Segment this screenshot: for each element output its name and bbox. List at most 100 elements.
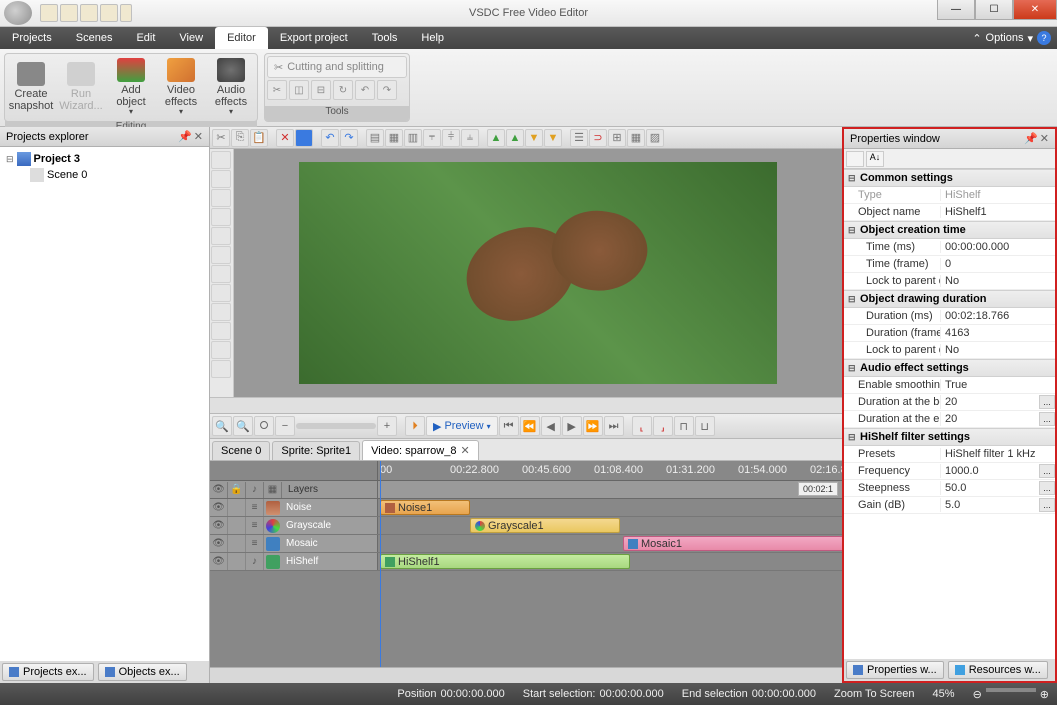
marker-in-icon[interactable]: ⸤ [632, 416, 652, 436]
tab-projects-explorer[interactable]: Projects ex... [2, 663, 94, 681]
side-tool-icon[interactable] [211, 360, 231, 378]
options-dropdown-icon[interactable]: ▾ [1027, 32, 1033, 45]
menu-help[interactable]: Help [409, 27, 456, 49]
property-row[interactable]: Duration at the en20... [844, 411, 1055, 428]
property-row[interactable]: Time (ms)00:00:00.000 [844, 239, 1055, 256]
property-row[interactable]: Lock to parent dNo [844, 273, 1055, 290]
qat-save-icon[interactable] [80, 4, 98, 22]
tree-item-project[interactable]: ⊟ Project 3 [4, 151, 205, 167]
ffwd-icon[interactable]: ⏩ [583, 416, 603, 436]
visibility-col-icon[interactable]: 👁 [210, 482, 228, 498]
property-value[interactable]: 5.0... [940, 498, 1055, 512]
preview-canvas[interactable] [234, 149, 842, 397]
property-value[interactable]: True [940, 379, 1055, 391]
tb-align-right-icon[interactable]: ▥ [404, 129, 422, 147]
property-section-header[interactable]: ⊟Object creation time [844, 221, 1055, 239]
property-value[interactable]: 20... [940, 412, 1055, 426]
side-tool-icon[interactable] [211, 246, 231, 264]
side-tool-icon[interactable] [211, 284, 231, 302]
property-value[interactable]: HiShelf filter 1 kHz [940, 448, 1055, 460]
tb-misc-icon[interactable]: ▦ [627, 129, 645, 147]
tb-arrow-down2-icon[interactable]: ▼ [544, 129, 562, 147]
tool-undo-icon[interactable]: ↶ [355, 80, 375, 100]
tab-resources[interactable]: Resources w... [948, 661, 1048, 679]
tool-cut-icon[interactable]: ✂ [267, 80, 287, 100]
property-value[interactable]: No [940, 344, 1055, 356]
marker-icon[interactable]: ⊓ [674, 416, 694, 436]
categorized-view-icon[interactable] [846, 151, 864, 167]
run-wizard-button[interactable]: Run Wizard... [57, 56, 105, 119]
menu-projects[interactable]: Projects [0, 27, 64, 49]
close-panel-icon[interactable]: ✕ [194, 130, 203, 143]
side-tool-icon[interactable] [211, 265, 231, 283]
timeline-tab-scene[interactable]: Scene 0 [212, 441, 270, 460]
play-icon[interactable]: ⏵ [405, 416, 425, 436]
cutting-splitting-button[interactable]: ✂Cutting and splitting [267, 56, 407, 78]
property-value[interactable]: 00:00:00.000 [940, 241, 1055, 253]
clip-noise[interactable]: Noise1 [380, 500, 470, 515]
clip-mosaic[interactable]: Mosaic1 [623, 536, 842, 551]
property-row[interactable]: Lock to parent dNo [844, 342, 1055, 359]
tb-magnet-icon[interactable]: ⊃ [589, 129, 607, 147]
close-panel-icon[interactable]: ✕ [1040, 132, 1049, 145]
close-button[interactable]: ✕ [1013, 0, 1057, 20]
tb-copy-icon[interactable]: ⎘ [231, 129, 249, 147]
tool-redo-icon[interactable]: ↷ [377, 80, 397, 100]
qat-open-icon[interactable] [60, 4, 78, 22]
tab-properties[interactable]: Properties w... [846, 661, 944, 679]
zoom-in-icon[interactable]: ⊕ [1040, 688, 1049, 701]
tb-undo-icon[interactable]: ↶ [321, 129, 339, 147]
tb-redo-icon[interactable]: ↷ [340, 129, 358, 147]
property-row[interactable]: Enable smoothingTrue [844, 377, 1055, 394]
visibility-toggle-icon[interactable]: 👁 [210, 517, 228, 534]
visibility-toggle-icon[interactable]: 👁 [210, 499, 228, 516]
marker2-icon[interactable]: ⊔ [695, 416, 715, 436]
ellipsis-button[interactable]: ... [1039, 464, 1055, 478]
timeline-ruler[interactable]: 00 00:22.800 00:45.600 01:08.400 01:31.2… [210, 461, 842, 481]
tb-arrow-up-icon[interactable]: ▲ [487, 129, 505, 147]
step-back-icon[interactable]: ◀ [541, 416, 561, 436]
property-value[interactable]: 50.0... [940, 481, 1055, 495]
menu-scenes[interactable]: Scenes [64, 27, 125, 49]
tb-arrow-up2-icon[interactable]: ▲ [506, 129, 524, 147]
pin-icon[interactable]: 📌 [1024, 132, 1038, 145]
tb-grid-icon[interactable]: ⊞ [608, 129, 626, 147]
property-row[interactable]: TypeHiShelf [844, 187, 1055, 204]
side-tool-icon[interactable] [211, 341, 231, 359]
video-effects-button[interactable]: Video effects▾ [157, 56, 205, 119]
preview-button[interactable]: ▶Preview▾ [426, 416, 498, 436]
property-row[interactable]: Object nameHiShelf1 [844, 204, 1055, 221]
tree-item-scene[interactable]: Scene 0 [28, 167, 205, 183]
property-row[interactable]: Gain (dB)5.0... [844, 497, 1055, 514]
menu-edit[interactable]: Edit [124, 27, 167, 49]
tb-arrow-down-icon[interactable]: ▼ [525, 129, 543, 147]
create-snapshot-button[interactable]: Create snapshot [7, 56, 55, 119]
alphabetical-view-icon[interactable]: A↓ [866, 151, 884, 167]
skip-end-icon[interactable]: ⏭ [604, 416, 624, 436]
tb-align-bot-icon[interactable]: ⫨ [461, 129, 479, 147]
property-section-header[interactable]: ⊟HiShelf filter settings [844, 428, 1055, 446]
add-object-button[interactable]: Add object▾ [107, 56, 155, 119]
timeline-tab-sprite[interactable]: Sprite: Sprite1 [272, 441, 360, 460]
zoom-in-icon[interactable]: 🔍 [212, 416, 232, 436]
visibility-toggle-icon[interactable]: 👁 [210, 553, 228, 570]
tool-crop-icon[interactable]: ◫ [289, 80, 309, 100]
visibility-toggle-icon[interactable]: 👁 [210, 535, 228, 552]
zoom-plus-icon[interactable]: + [377, 416, 397, 436]
property-row[interactable]: Frequency1000.0... [844, 463, 1055, 480]
tb-align-left-icon[interactable]: ▤ [366, 129, 384, 147]
step-fwd-icon[interactable]: ▶ [562, 416, 582, 436]
menu-editor[interactable]: Editor [215, 27, 268, 49]
property-value[interactable]: No [940, 275, 1055, 287]
fx-col-icon[interactable]: ▦ [264, 482, 282, 498]
timeline-tab-video[interactable]: Video: sparrow_8✕ [362, 440, 479, 460]
side-tool-icon[interactable] [211, 322, 231, 340]
ellipsis-button[interactable]: ... [1039, 498, 1055, 512]
tb-paste-icon[interactable]: 📋 [250, 129, 268, 147]
minimize-button[interactable]: — [937, 0, 975, 20]
lock-col-icon[interactable]: 🔒 [228, 482, 246, 498]
marker-out-icon[interactable]: ⸥ [653, 416, 673, 436]
tb-delete-icon[interactable]: ✕ [276, 129, 294, 147]
help-icon[interactable]: ? [1037, 31, 1051, 45]
property-row[interactable]: Duration (ms)00:02:18.766 [844, 308, 1055, 325]
